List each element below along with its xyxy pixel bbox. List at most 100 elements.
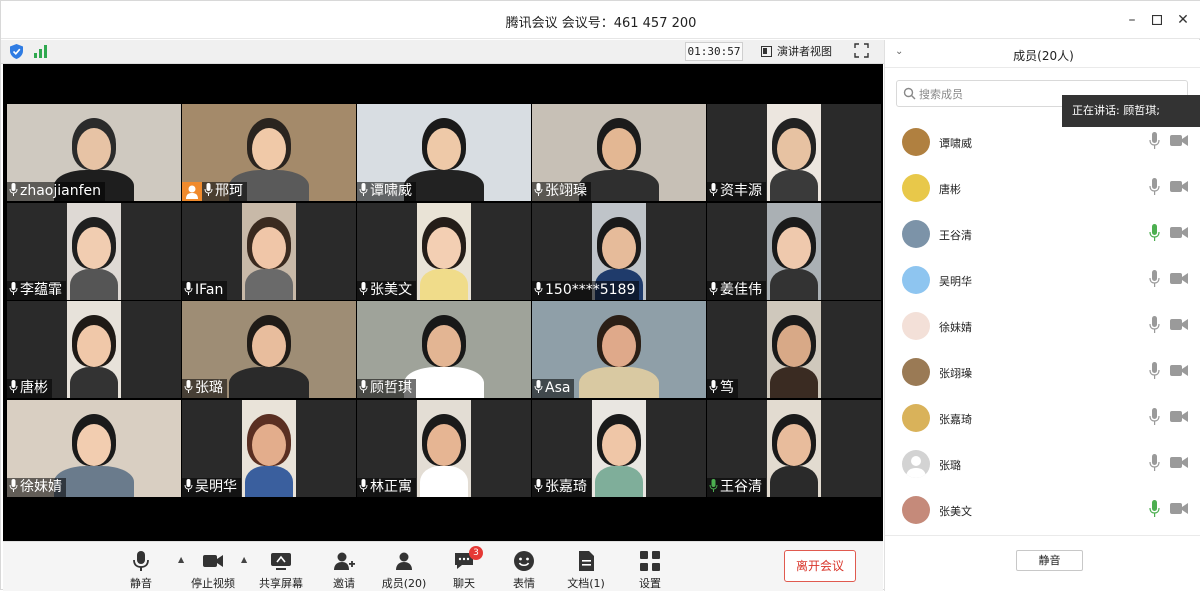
video-tile[interactable]: 顾哲琪	[357, 301, 531, 398]
reactions-button[interactable]: 表情	[494, 548, 554, 590]
member-camera-icon[interactable]	[1170, 134, 1188, 147]
participant-name: 唐彬	[20, 380, 48, 396]
member-row[interactable]: 谭啸威	[885, 122, 1200, 168]
participant-name: 李蕴霏	[20, 282, 62, 298]
video-options-caret-icon[interactable]: ▲	[241, 555, 247, 564]
participant-body	[769, 466, 819, 497]
member-microphone-icon[interactable]	[1149, 408, 1160, 425]
microphone-icon	[184, 380, 193, 393]
member-microphone-icon[interactable]	[1149, 224, 1160, 241]
video-tile[interactable]: 资丰源	[707, 104, 881, 201]
microphone-icon	[9, 380, 18, 393]
video-grid: zhaojianfen 邢珂 谭啸威 张翊璪 资丰源李蕴霏 IFan 张美文 150****5…	[7, 104, 885, 500]
video-tile[interactable]: 李蕴霏	[7, 203, 181, 300]
video-tile[interactable]: 张嘉琦	[532, 400, 706, 497]
stop-video-button[interactable]: 停止视频	[183, 548, 243, 590]
members-panel-header: ⌄ 成员(20人)	[885, 40, 1200, 68]
member-microphone-icon[interactable]	[1149, 500, 1160, 517]
member-row[interactable]: 张璐	[885, 444, 1200, 490]
network-signal-icon[interactable]	[34, 45, 48, 58]
member-row[interactable]: 张嘉琦	[885, 398, 1200, 444]
member-camera-icon[interactable]	[1170, 272, 1188, 285]
participant-body	[404, 367, 484, 398]
microphone-icon	[709, 479, 718, 492]
close-icon[interactable]: ✕	[1172, 9, 1194, 31]
leave-meeting-button[interactable]: 离开会议	[784, 550, 856, 582]
members-icon	[396, 552, 412, 570]
settings-button[interactable]: 设置	[620, 548, 680, 590]
member-row[interactable]: 吴明华	[885, 260, 1200, 306]
member-camera-icon[interactable]	[1170, 318, 1188, 331]
participant-name: 张美文	[370, 282, 412, 298]
video-tile[interactable]: 林正寓	[357, 400, 531, 497]
microphone-icon	[9, 282, 18, 295]
mute-all-button[interactable]: 静音	[1016, 550, 1083, 571]
member-microphone-icon[interactable]	[1149, 270, 1160, 287]
member-row[interactable]: 张美文	[885, 490, 1200, 536]
participant-face	[77, 424, 111, 466]
member-microphone-icon[interactable]	[1149, 132, 1160, 149]
video-tile[interactable]: 笃	[707, 301, 881, 398]
participant-face	[427, 424, 461, 466]
avatar	[902, 266, 930, 294]
member-camera-icon[interactable]	[1170, 226, 1188, 239]
member-row[interactable]: 张翊璪	[885, 352, 1200, 398]
mute-button[interactable]: 静音	[111, 548, 171, 590]
minimize-icon[interactable]: –	[1121, 9, 1143, 31]
member-name: 唐彬	[939, 183, 961, 196]
video-tile[interactable]: 150****5189	[532, 203, 706, 300]
video-tile[interactable]: 张璐	[182, 301, 356, 398]
avatar	[902, 128, 930, 156]
member-row[interactable]: 徐妹婧	[885, 306, 1200, 352]
members-button[interactable]: 成员(20)	[374, 548, 434, 590]
microphone-icon	[534, 479, 543, 492]
video-tile[interactable]: 吴明华	[182, 400, 356, 497]
video-tile[interactable]: IFan	[182, 203, 356, 300]
speaker-view-button[interactable]: 演讲者视图	[759, 42, 836, 61]
video-tile[interactable]: 徐妹婧	[7, 400, 181, 497]
member-row[interactable]: 王谷清	[885, 214, 1200, 260]
member-microphone-icon[interactable]	[1149, 178, 1160, 195]
participant-name-label: 李蕴霏	[7, 281, 66, 300]
video-tile[interactable]: Asa	[532, 301, 706, 398]
member-camera-icon[interactable]	[1170, 456, 1188, 469]
member-name: 张嘉琦	[939, 413, 972, 426]
participant-face	[602, 424, 636, 466]
video-tile[interactable]: 邢珂	[182, 104, 356, 201]
participant-name-label: 笃	[707, 379, 738, 398]
member-camera-icon[interactable]	[1170, 410, 1188, 423]
member-microphone-icon[interactable]	[1149, 454, 1160, 471]
participant-name: zhaojianfen	[20, 183, 102, 199]
chat-button[interactable]: 3 聊天	[434, 546, 494, 590]
video-tile[interactable]: zhaojianfen	[7, 104, 181, 201]
microphone-icon	[9, 479, 18, 492]
maximize-icon[interactable]	[1146, 9, 1168, 31]
participant-body	[244, 269, 294, 300]
participant-name: 徐妹婧	[20, 479, 62, 495]
member-microphone-icon[interactable]	[1149, 362, 1160, 379]
documents-button[interactable]: 文档(1)	[556, 548, 616, 590]
video-tile[interactable]: 王谷清	[707, 400, 881, 497]
video-tile[interactable]: 谭啸威	[357, 104, 531, 201]
title-bar: 腾讯会议 会议号：461 457 200 – ✕	[1, 1, 1200, 39]
participant-name-label: 张美文	[357, 281, 416, 300]
participant-name: 150****5189	[545, 282, 636, 298]
member-camera-icon[interactable]	[1170, 180, 1188, 193]
video-tile[interactable]: 张翊璪	[532, 104, 706, 201]
fullscreen-icon[interactable]	[854, 43, 869, 58]
security-shield-icon[interactable]	[10, 44, 23, 59]
member-row[interactable]: 唐彬	[885, 168, 1200, 214]
video-tile[interactable]: 张美文	[357, 203, 531, 300]
participant-name: 资丰源	[720, 183, 762, 199]
participant-body	[769, 269, 819, 300]
participant-face	[252, 325, 286, 367]
member-camera-icon[interactable]	[1170, 364, 1188, 377]
member-name: 徐妹婧	[939, 321, 972, 334]
member-microphone-icon[interactable]	[1149, 316, 1160, 333]
video-tile[interactable]: 姜佳伟	[707, 203, 881, 300]
member-camera-icon[interactable]	[1170, 502, 1188, 515]
share-screen-button[interactable]: 共享屏幕	[251, 548, 311, 590]
participant-body	[419, 269, 469, 300]
video-tile[interactable]: 唐彬	[7, 301, 181, 398]
invite-button[interactable]: 邀请	[314, 548, 374, 590]
